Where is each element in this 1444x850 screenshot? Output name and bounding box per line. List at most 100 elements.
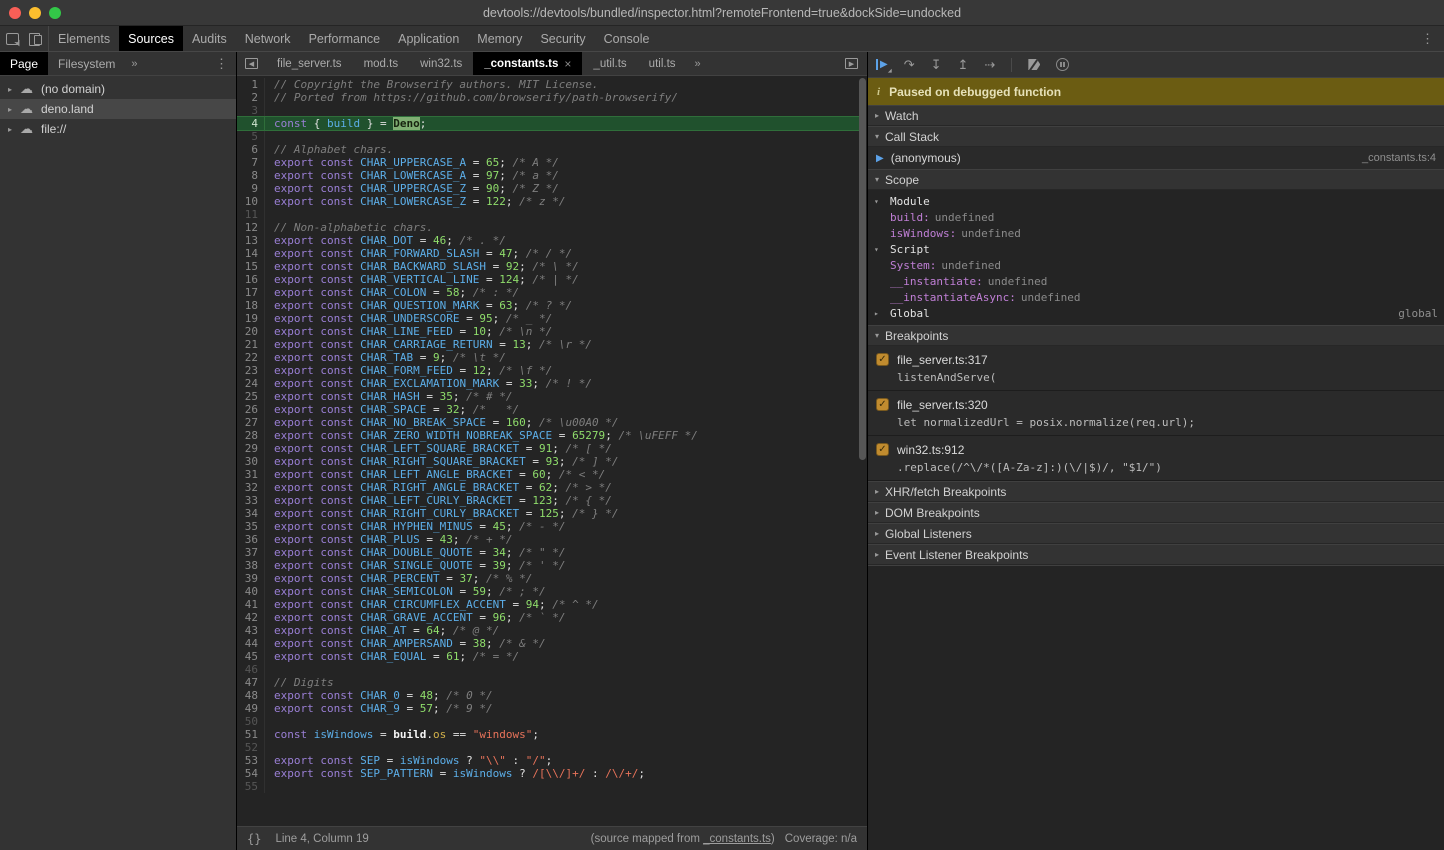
tree-item-file-[interactable]: ▸☁file:// <box>0 119 236 139</box>
step-out-icon[interactable]: ↥ <box>958 57 969 73</box>
line-content[interactable]: export const CHAR_EXCLAMATION_MARK = 33;… <box>265 377 592 390</box>
section-header[interactable]: ▸DOM Breakpoints <box>868 502 1444 523</box>
file-tab--constants-ts[interactable]: _constants.ts× <box>473 52 582 75</box>
line-content[interactable]: export const CHAR_SINGLE_QUOTE = 39; /* … <box>265 559 565 572</box>
line-content[interactable]: const isWindows = build.os == "windows"; <box>265 728 539 741</box>
tree-item-deno-land[interactable]: ▸☁deno.land <box>0 99 236 119</box>
line-number[interactable]: 10 <box>237 195 265 208</box>
close-tab-icon[interactable]: × <box>564 57 571 71</box>
line-content[interactable]: // Ported from https://github.com/browse… <box>265 91 678 104</box>
hide-navigator-button[interactable]: ◀ <box>237 52 266 75</box>
line-content[interactable] <box>265 663 274 676</box>
navigator-tab-page[interactable]: Page <box>0 52 48 75</box>
line-number[interactable]: 5 <box>237 130 265 143</box>
line-content[interactable]: export const CHAR_RIGHT_CURLY_BRACKET = … <box>265 507 618 520</box>
line-number[interactable]: 41 <box>237 598 265 611</box>
more-navigator-tabs-chevron[interactable]: » <box>125 52 143 75</box>
line-content[interactable]: export const CHAR_UNDERSCORE = 95; /* _ … <box>265 312 552 325</box>
line-content[interactable]: export const CHAR_CARRIAGE_RETURN = 13; … <box>265 338 592 351</box>
line-content[interactable]: export const CHAR_RIGHT_SQUARE_BRACKET =… <box>265 455 618 468</box>
line-number[interactable]: 49 <box>237 702 265 715</box>
line-content[interactable]: export const CHAR_CIRCUMFLEX_ACCENT = 94… <box>265 598 599 611</box>
line-number[interactable]: 47 <box>237 676 265 689</box>
line-content[interactable]: // Alphabet chars. <box>265 143 393 156</box>
line-number[interactable]: 33 <box>237 494 265 507</box>
line-number[interactable]: 42 <box>237 611 265 624</box>
main-tab-sources[interactable]: Sources <box>119 26 183 51</box>
line-content[interactable]: export const CHAR_AT = 64; /* @ */ <box>265 624 499 637</box>
source-editor[interactable]: 1// Copyright the Browserify authors. MI… <box>237 76 867 826</box>
line-number[interactable]: 16 <box>237 273 265 286</box>
scope-group-script[interactable]: ▾Script <box>868 241 1444 257</box>
line-content[interactable]: export const CHAR_GRAVE_ACCENT = 96; /* … <box>265 611 565 624</box>
main-tab-network[interactable]: Network <box>236 26 300 51</box>
inspect-element-icon[interactable] <box>6 33 19 45</box>
editor-scrollbar-thumb[interactable] <box>859 78 866 460</box>
line-content[interactable]: export const CHAR_EQUAL = 61; /* = */ <box>265 650 519 663</box>
breakpoint-entry[interactable]: ✓file_server.ts:317listenAndServe( <box>868 346 1444 391</box>
main-tab-elements[interactable]: Elements <box>49 26 119 51</box>
show-debugger-sidebar-button[interactable]: ▶ <box>836 52 867 75</box>
line-number[interactable]: 32 <box>237 481 265 494</box>
line-number[interactable]: 6 <box>237 143 265 156</box>
pretty-print-button[interactable]: {} <box>247 832 261 846</box>
line-content[interactable]: export const CHAR_PERCENT = 37; /* % */ <box>265 572 532 585</box>
line-content[interactable]: export const CHAR_PLUS = 43; /* + */ <box>265 533 512 546</box>
call-stack-frame[interactable]: ▶(anonymous)_constants.ts:4 <box>868 147 1444 169</box>
line-content[interactable]: export const CHAR_FORM_FEED = 12; /* \f … <box>265 364 552 377</box>
more-file-tabs-chevron[interactable]: » <box>687 52 709 75</box>
line-content[interactable]: export const CHAR_UPPERCASE_A = 65; /* A… <box>265 156 559 169</box>
main-tab-audits[interactable]: Audits <box>183 26 236 51</box>
line-number[interactable]: 55 <box>237 780 265 793</box>
scope-variable-build[interactable]: build:undefined <box>868 209 1444 225</box>
line-number[interactable]: 11 <box>237 208 265 221</box>
step-icon[interactable]: ⇢ <box>984 57 995 73</box>
line-content[interactable]: export const CHAR_LINE_FEED = 10; /* \n … <box>265 325 552 338</box>
line-number[interactable]: 7 <box>237 156 265 169</box>
section-header[interactable]: ▸Global Listeners <box>868 523 1444 544</box>
line-number[interactable]: 22 <box>237 351 265 364</box>
main-tab-memory[interactable]: Memory <box>468 26 531 51</box>
breakpoint-checkbox[interactable]: ✓ <box>876 443 889 456</box>
source-mapped-link[interactable]: _constants.ts <box>703 833 771 845</box>
file-tab-win32-ts[interactable]: win32.ts <box>409 52 473 75</box>
line-number[interactable]: 26 <box>237 403 265 416</box>
line-content[interactable]: export const CHAR_0 = 48; /* 0 */ <box>265 689 493 702</box>
line-number[interactable]: 51 <box>237 728 265 741</box>
line-number[interactable]: 54 <box>237 767 265 780</box>
step-over-icon[interactable]: ↷ <box>904 57 915 73</box>
step-into-icon[interactable]: ↧ <box>931 57 942 73</box>
line-content[interactable]: export const CHAR_COLON = 58; /* : */ <box>265 286 519 299</box>
line-content[interactable]: export const CHAR_HASH = 35; /* # */ <box>265 390 512 403</box>
line-content[interactable]: export const CHAR_RIGHT_ANGLE_BRACKET = … <box>265 481 612 494</box>
line-number[interactable]: 34 <box>237 507 265 520</box>
line-content[interactable]: export const CHAR_LOWERCASE_Z = 122; /* … <box>265 195 565 208</box>
line-content[interactable]: export const SEP_PATTERN = isWindows ? /… <box>265 767 645 780</box>
device-toolbar-icon[interactable] <box>29 32 42 45</box>
line-number[interactable]: 12 <box>237 221 265 234</box>
main-tab-console[interactable]: Console <box>595 26 659 51</box>
navigator-kebab-icon[interactable]: ⋮ <box>207 52 236 75</box>
line-content[interactable]: export const CHAR_LOWERCASE_A = 97; /* a… <box>265 169 559 182</box>
line-number[interactable]: 44 <box>237 637 265 650</box>
section-header[interactable]: ▸Event Listener Breakpoints <box>868 544 1444 565</box>
line-number[interactable]: 53 <box>237 754 265 767</box>
line-number[interactable]: 45 <box>237 650 265 663</box>
deactivate-breakpoints-icon[interactable] <box>1028 59 1040 70</box>
main-tab-performance[interactable]: Performance <box>300 26 390 51</box>
line-number[interactable]: 36 <box>237 533 265 546</box>
line-number[interactable]: 46 <box>237 663 265 676</box>
line-number[interactable]: 37 <box>237 546 265 559</box>
line-number[interactable]: 4 <box>237 117 265 130</box>
line-content[interactable]: export const CHAR_LEFT_ANGLE_BRACKET = 6… <box>265 468 605 481</box>
scope-variable-__instantiate[interactable]: __instantiate:undefined <box>868 273 1444 289</box>
line-number[interactable]: 24 <box>237 377 265 390</box>
line-number[interactable]: 25 <box>237 390 265 403</box>
line-content[interactable] <box>265 780 274 793</box>
call-stack-section-header[interactable]: ▾ Call Stack <box>868 126 1444 147</box>
pause-on-exceptions-icon[interactable] <box>1056 58 1069 71</box>
line-number[interactable]: 28 <box>237 429 265 442</box>
resume-script-icon[interactable]: ▶ <box>876 59 888 70</box>
line-number[interactable]: 15 <box>237 260 265 273</box>
line-content[interactable]: export const CHAR_HYPHEN_MINUS = 45; /* … <box>265 520 565 533</box>
